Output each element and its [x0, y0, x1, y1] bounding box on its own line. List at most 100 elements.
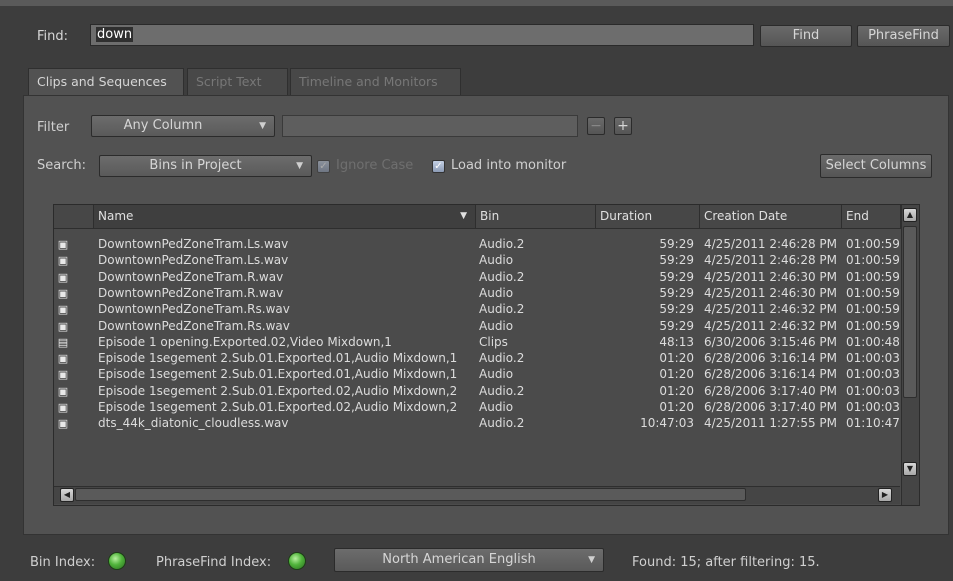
- chevron-down-icon: ▼: [588, 555, 595, 565]
- audio-clip-icon: ▣: [57, 254, 69, 268]
- load-into-monitor-checkbox[interactable]: ✓: [432, 160, 445, 173]
- cell-duration: 01:20: [659, 367, 694, 382]
- table-row[interactable]: ▤ Episode 1 opening.Exported.02,Video Mix…: [54, 334, 901, 351]
- filter-input[interactable]: [282, 115, 578, 137]
- cell-duration: 59:29: [659, 237, 694, 251]
- cell-bin: Audio: [479, 285, 514, 300]
- cell-creation-date: 6/28/2006 3:17:40 PM: [704, 400, 838, 414]
- column-header-duration[interactable]: Duration: [596, 205, 700, 229]
- cell-name: Episode 1segement 2.Sub.01.Exported.01,A…: [98, 351, 458, 366]
- table-row[interactable]: ▣ Episode 1segement 2.Sub.01.Exported.02,…: [54, 399, 901, 416]
- table-row[interactable]: ▣ Episode 1segement 2.Sub.01.Exported.01,…: [54, 366, 901, 383]
- column-header-end[interactable]: End: [842, 205, 901, 229]
- cell-creation-date: 4/25/2011 2:46:32 PM: [704, 318, 838, 333]
- bin-index-label: Bin Index:: [30, 555, 96, 570]
- cell-end: 01:00:59: [846, 285, 900, 300]
- cell-duration: 01:20: [659, 351, 694, 366]
- filter-column-select[interactable]: Any Column ▼: [91, 115, 275, 137]
- table-row[interactable]: ▣ Episode 1segement 2.Sub.01.Exported.02,…: [54, 383, 901, 400]
- cell-end: 01:00:03: [846, 367, 900, 382]
- column-header-bin[interactable]: Bin: [476, 205, 596, 229]
- cell-bin: Audio: [479, 400, 514, 414]
- add-filter-button[interactable]: +: [614, 117, 632, 135]
- scroll-left-arrow-icon[interactable]: ◀: [60, 488, 74, 502]
- cell-name: DowntownPedZoneTram.Rs.wav: [98, 318, 290, 333]
- cell-duration: 10:47:03: [640, 416, 694, 431]
- cell-creation-date: 6/28/2006 3:17:40 PM: [704, 383, 838, 398]
- cell-duration: 59:29: [659, 318, 694, 333]
- audio-clip-icon: ▣: [57, 319, 69, 333]
- cell-end: 01:00:59: [846, 237, 900, 251]
- column-header-creation-date[interactable]: Creation Date: [700, 205, 842, 229]
- cell-creation-date: 4/25/2011 2:46:28 PM: [704, 253, 838, 268]
- sort-descending-icon: ▼: [460, 211, 467, 221]
- cell-name: DowntownPedZoneTram.Ls.wav: [98, 237, 289, 251]
- window-top-edge: [0, 0, 953, 6]
- cell-end: 01:00:59: [846, 302, 900, 317]
- cell-bin: Audio: [479, 367, 514, 382]
- select-columns-button[interactable]: Select Columns: [820, 154, 932, 178]
- scroll-right-arrow-icon[interactable]: ▶: [878, 488, 892, 502]
- cell-bin: Audio: [479, 253, 514, 268]
- tab-timeline-and-monitors[interactable]: Timeline and Monitors: [290, 68, 461, 95]
- search-scope-select[interactable]: Bins in Project ▼: [99, 155, 312, 177]
- table-row[interactable]: ▣ DowntownPedZoneTram.Rs.wav Audio 59:29 4/2…: [54, 318, 901, 335]
- vertical-scroll-thumb[interactable]: [903, 226, 917, 398]
- language-select-value: North American English: [382, 552, 536, 567]
- cell-duration: 01:20: [659, 400, 694, 414]
- table-row[interactable]: ▣ DowntownPedZoneTram.Ls.wav Audio.2 59:29 4…: [54, 236, 901, 253]
- audio-clip-icon: ▣: [57, 352, 69, 366]
- cell-end: 01:00:59: [846, 269, 900, 284]
- audio-clip-icon: ▣: [57, 303, 69, 317]
- tab-script-text[interactable]: Script Text: [187, 68, 288, 95]
- cell-end: 01:00:03: [846, 400, 900, 414]
- audio-clip-icon: ▣: [57, 270, 69, 284]
- cell-end: 01:00:03: [846, 351, 900, 366]
- cell-end: 01:00:59: [846, 318, 900, 333]
- find-input-value: down: [96, 27, 134, 42]
- cell-duration: 01:20: [659, 383, 694, 398]
- find-button[interactable]: Find: [760, 25, 852, 47]
- cell-name: Episode 1segement 2.Sub.01.Exported.01,A…: [98, 367, 458, 382]
- table-clip-edge: [54, 473, 900, 477]
- video-clip-icon: ▤: [57, 335, 69, 349]
- cell-creation-date: 4/25/2011 2:46:30 PM: [704, 285, 838, 300]
- cell-duration: 48:13: [659, 334, 694, 349]
- cell-creation-date: 4/25/2011 2:46:30 PM: [704, 269, 838, 284]
- found-count-text: Found: 15; after filtering: 15.: [632, 555, 820, 570]
- find-input[interactable]: down: [90, 24, 754, 46]
- language-select[interactable]: North American English ▼: [334, 548, 604, 572]
- table-row[interactable]: ▣ DowntownPedZoneTram.Ls.wav Audio 59:29 4/2…: [54, 252, 901, 269]
- cell-name: DowntownPedZoneTram.Rs.wav: [98, 302, 290, 317]
- cell-duration: 59:29: [659, 269, 694, 284]
- cell-duration: 59:29: [659, 302, 694, 317]
- horizontal-scroll-thumb[interactable]: [75, 488, 746, 501]
- audio-clip-icon: ▣: [57, 238, 69, 251]
- phrasefind-button[interactable]: PhraseFind: [857, 25, 950, 47]
- cell-end: 01:00:03: [846, 383, 900, 398]
- search-scope-select-value: Bins in Project: [149, 158, 242, 173]
- column-header-icon[interactable]: [54, 205, 94, 229]
- phrasefind-index-status-icon: [288, 552, 306, 570]
- scroll-up-arrow-icon[interactable]: ▲: [903, 208, 917, 222]
- tab-clips-and-sequences[interactable]: Clips and Sequences: [28, 68, 184, 95]
- search-label: Search:: [37, 158, 87, 173]
- table-row[interactable]: ▣ dts_44k_diatonic_cloudless.wav Audio.2 10…: [54, 415, 901, 432]
- scroll-down-arrow-icon[interactable]: ▼: [903, 462, 917, 476]
- cell-end: 01:00:59: [846, 253, 900, 268]
- cell-bin: Audio.2: [479, 351, 525, 366]
- ignore-case-checkbox[interactable]: ✓: [317, 160, 330, 173]
- cell-bin: Audio: [479, 318, 514, 333]
- table-row[interactable]: ▣ DowntownPedZoneTram.Rs.wav Audio.2 59:29 4…: [54, 301, 901, 318]
- cell-bin: Audio.2: [479, 416, 525, 431]
- audio-clip-icon: ▣: [57, 401, 69, 414]
- table-row[interactable]: ▣ DowntownPedZoneTram.R.wav Audio.2 59:29 4/…: [54, 269, 901, 286]
- table-row[interactable]: ▣ Episode 1segement 2.Sub.01.Exported.01,…: [54, 350, 901, 367]
- find-label: Find:: [37, 29, 69, 44]
- column-header-name[interactable]: Name ▼: [94, 205, 476, 229]
- cell-duration: 59:29: [659, 285, 694, 300]
- cell-name: Episode 1 opening.Exported.02,Video Mixd…: [98, 334, 392, 349]
- cell-bin: Audio.2: [479, 237, 525, 251]
- remove-filter-button[interactable]: −: [587, 117, 605, 135]
- table-row[interactable]: ▣ DowntownPedZoneTram.R.wav Audio 59:29 4/25…: [54, 285, 901, 302]
